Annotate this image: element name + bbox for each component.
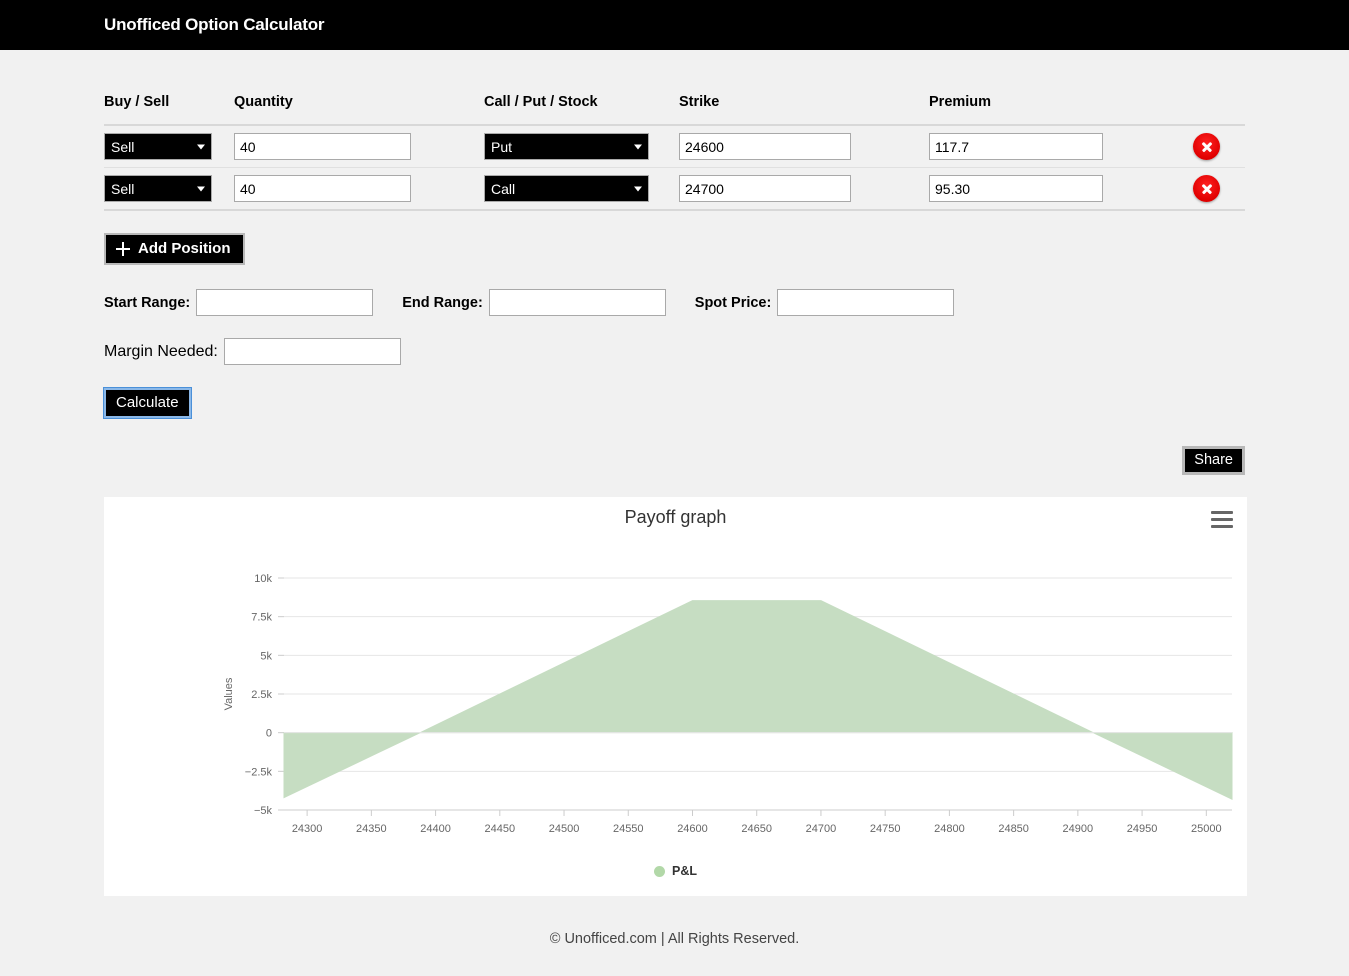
premium-input-row-0[interactable]	[929, 133, 1103, 160]
cell-quantity	[234, 125, 484, 168]
svg-text:24750: 24750	[870, 823, 901, 835]
svg-text:Values: Values	[223, 677, 235, 710]
svg-text:10k: 10k	[254, 573, 272, 585]
quantity-input-row-1[interactable]	[234, 175, 411, 202]
spot-price-input[interactable]	[777, 289, 955, 316]
svg-text:0: 0	[266, 728, 272, 740]
cell-premium	[929, 167, 1179, 211]
side-select-wrap-0: Sell	[104, 133, 212, 160]
chart-title: Payoff graph	[624, 507, 727, 527]
plus-icon	[116, 242, 130, 256]
table-row: Sell Put	[104, 125, 1245, 168]
column-header-delete	[1179, 94, 1245, 126]
end-range-input[interactable]	[488, 289, 666, 316]
strike-input-row-0[interactable]	[679, 133, 851, 160]
hamburger-menu-icon[interactable]	[1211, 511, 1233, 528]
cell-type: Call	[484, 167, 679, 211]
close-circle-icon-row-0[interactable]	[1193, 133, 1220, 160]
add-position-button[interactable]: Add Position	[104, 233, 245, 265]
cell-delete	[1179, 125, 1245, 168]
calculate-row: Calculate	[103, 365, 1245, 419]
spot-price-label: Spot Price:	[694, 294, 772, 311]
page-footer: © Unofficed.com | All Rights Reserved.	[0, 902, 1349, 976]
svg-text:24550: 24550	[613, 823, 644, 835]
svg-text:24400: 24400	[420, 823, 451, 835]
cell-delete	[1179, 167, 1245, 211]
chart-legend: P&L	[104, 864, 1247, 878]
svg-text:−5k: −5k	[254, 805, 273, 817]
svg-text:7.5k: 7.5k	[251, 612, 272, 624]
range-row: Start Range: End Range: Spot Price:	[104, 289, 1245, 316]
type-select-row-0[interactable]: Put	[484, 133, 649, 160]
svg-text:25000: 25000	[1191, 823, 1222, 835]
column-header-call-put-stock: Call / Put / Stock	[484, 94, 679, 126]
type-select-wrap-0: Put	[484, 133, 649, 160]
column-header-strike: Strike	[679, 94, 929, 126]
main-content: Buy / Sell Quantity Call / Put / Stock S…	[0, 94, 1349, 896]
strike-input-row-1[interactable]	[679, 175, 851, 202]
svg-text:24500: 24500	[549, 823, 580, 835]
start-range-label: Start Range:	[104, 294, 191, 311]
svg-text:24450: 24450	[485, 823, 516, 835]
cell-buy-sell: Sell	[104, 125, 234, 168]
svg-text:−2.5k: −2.5k	[245, 766, 273, 778]
share-row: Share	[104, 446, 1245, 475]
type-select-wrap-1: Call	[484, 175, 649, 202]
app-header: Unofficed Option Calculator	[0, 0, 1349, 50]
payoff-chart-panel: Payoff graph −5k −2.5k 0 2.5k 5k 7.5k 10k 24300…	[104, 497, 1247, 896]
cell-premium	[929, 125, 1179, 168]
side-select-row-1[interactable]: Sell	[104, 175, 212, 202]
margin-row: Margin Needed:	[104, 338, 1245, 365]
margin-needed-input[interactable]	[223, 338, 401, 365]
svg-text:24650: 24650	[741, 823, 772, 835]
footer-text: © Unofficed.com | All Rights Reserved.	[549, 931, 800, 947]
svg-text:2.5k: 2.5k	[251, 689, 272, 701]
svg-text:5k: 5k	[260, 650, 272, 662]
column-header-premium: Premium	[929, 94, 1179, 126]
payoff-chart-svg: −5k −2.5k 0 2.5k 5k 7.5k 10k 24300 24350 24400 244…	[223, 573, 1233, 835]
svg-text:24600: 24600	[677, 823, 708, 835]
cell-strike	[679, 167, 929, 211]
close-circle-icon-row-1[interactable]	[1193, 175, 1220, 202]
side-select-wrap-1: Sell	[104, 175, 212, 202]
svg-text:24800: 24800	[934, 823, 965, 835]
column-header-quantity: Quantity	[234, 94, 484, 126]
page-title: Unofficed Option Calculator	[104, 15, 325, 34]
svg-text:24700: 24700	[806, 823, 837, 835]
svg-text:24900: 24900	[1063, 823, 1094, 835]
table-row: Sell Call	[104, 167, 1245, 211]
svg-text:24300: 24300	[292, 823, 323, 835]
margin-needed-label: Margin Needed:	[104, 342, 218, 360]
share-button[interactable]: Share	[1182, 446, 1245, 475]
cell-buy-sell: Sell	[104, 167, 234, 211]
svg-text:24850: 24850	[998, 823, 1029, 835]
column-header-buy-sell: Buy / Sell	[104, 94, 234, 126]
add-position-label: Add Position	[138, 240, 231, 257]
table-header-row: Buy / Sell Quantity Call / Put / Stock S…	[104, 94, 1245, 126]
start-range-input[interactable]	[196, 289, 374, 316]
calculate-button[interactable]: Calculate	[103, 387, 192, 419]
svg-text:24950: 24950	[1127, 823, 1158, 835]
cell-quantity	[234, 167, 484, 211]
svg-text:24350: 24350	[356, 823, 387, 835]
cell-strike	[679, 125, 929, 168]
positions-table: Buy / Sell Quantity Call / Put / Stock S…	[104, 94, 1245, 211]
quantity-input-row-0[interactable]	[234, 133, 411, 160]
premium-input-row-1[interactable]	[929, 175, 1103, 202]
cell-type: Put	[484, 125, 679, 168]
legend-color-dot	[654, 865, 665, 877]
end-range-label: End Range:	[402, 294, 483, 311]
side-select-row-0[interactable]: Sell	[104, 133, 212, 160]
type-select-row-1[interactable]: Call	[484, 175, 649, 202]
legend-label: P&L	[672, 864, 697, 878]
